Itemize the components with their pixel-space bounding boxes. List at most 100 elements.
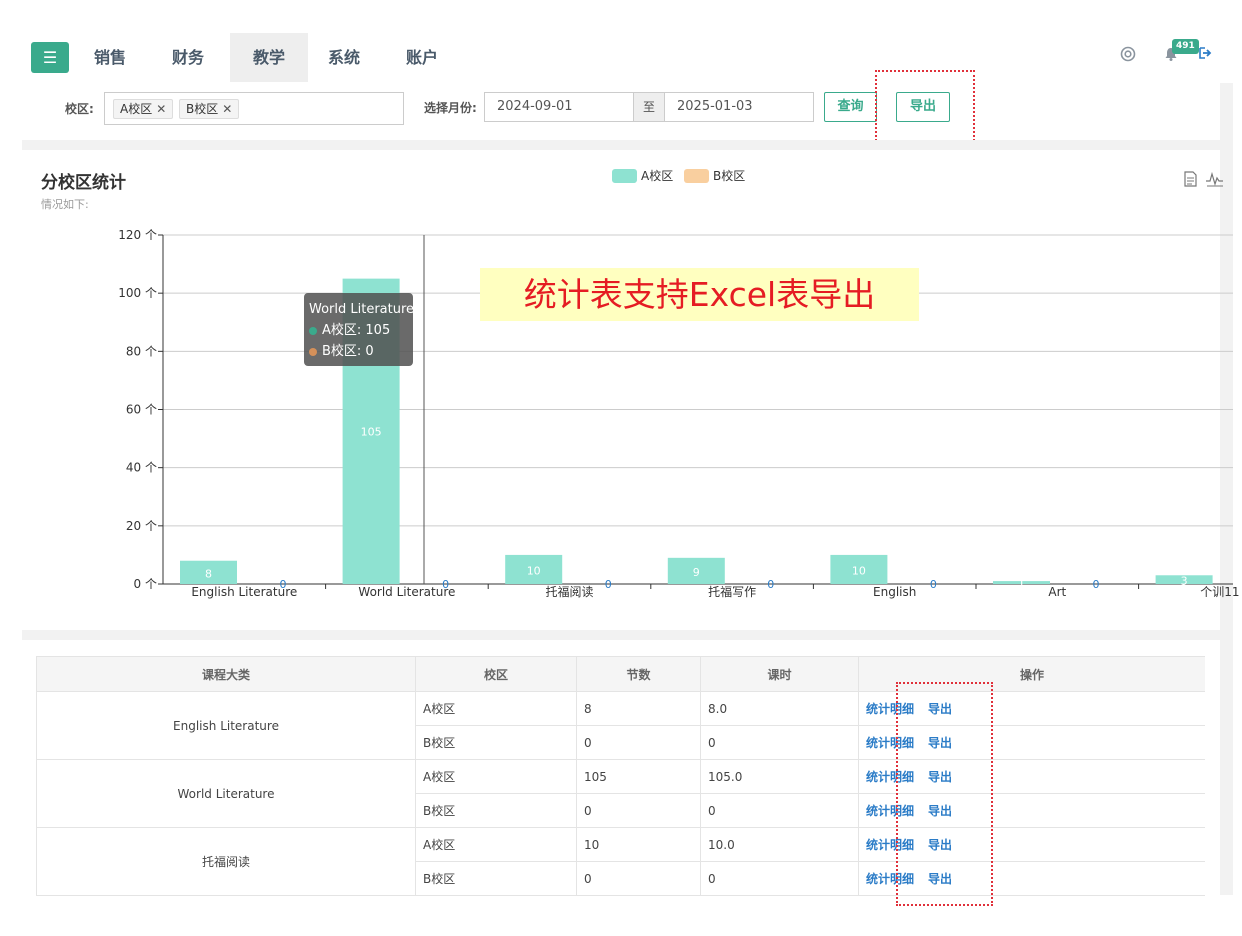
tooltip-value: B校区: 0 [322, 344, 374, 359]
cell-campus: A校区 [415, 827, 577, 862]
legend-label: A校区 [641, 169, 674, 183]
menu-icon[interactable]: ☰ [31, 42, 69, 73]
table-header-row: 课程大类 校区 节数 课时 操作 [36, 656, 1205, 692]
stats-table: 课程大类 校区 节数 课时 操作 English Literature A校区 8 8… [36, 656, 1205, 896]
x-tick-label: English Literature [191, 585, 297, 599]
data-label-b: 0 [1093, 578, 1100, 591]
page: ☰ 销售 财务 教学 系统 账户 491 校区: A校区 ✕ B校区 ✕ 选择月份:… [0, 0, 1242, 936]
cell-hours: 10.0 [700, 827, 859, 862]
cell-hours: 105.0 [700, 759, 859, 794]
x-tick-label: Art [1048, 585, 1066, 599]
cell-sessions: 10 [576, 827, 701, 862]
data-label-b: 0 [930, 578, 937, 591]
y-tick-label: 40 个 [126, 461, 157, 475]
data-label-b: 0 [442, 578, 449, 591]
campus-label: 校区: [65, 102, 94, 116]
campus-tag-a[interactable]: A校区 ✕ [113, 99, 174, 119]
y-tick-label: 60 个 [126, 403, 157, 417]
legend-swatch [612, 169, 637, 183]
month-label: 选择月份: [424, 101, 477, 115]
cell-category: World Literature [36, 759, 416, 828]
x-tick-label: 托福阅读 [545, 584, 593, 599]
remove-tag-icon[interactable]: ✕ [156, 102, 166, 116]
y-tick-label: 20 个 [126, 519, 157, 533]
bar-series-a [1155, 575, 1213, 584]
data-label-b: 0 [767, 578, 774, 591]
tooltip-line-a: A校区: 105 [309, 320, 408, 341]
legend-item-a[interactable]: A校区 [612, 169, 673, 183]
notification-badge: 491 [1172, 39, 1199, 54]
x-tick-label: 托福写作 [708, 584, 756, 599]
data-label-a: 105 [361, 425, 382, 438]
bar-series-a [830, 554, 888, 584]
y-tick-label: 100 个 [118, 286, 157, 300]
table-row: 托福阅读 A校区 10 10.0 统计明细 导出 [36, 827, 1205, 896]
annotation-banner: 统计表支持Excel表导出 [480, 268, 919, 321]
legend-item-b[interactable]: B校区 [684, 169, 745, 183]
highlight-box [896, 682, 993, 906]
cell-sessions: 0 [576, 725, 701, 760]
table-row: English Literature A校区 8 8.0 统计明细 导出 [36, 691, 1205, 760]
chart-subtitle: 情况如下: [41, 198, 89, 211]
cell-campus: B校区 [415, 725, 577, 760]
header-sessions: 节数 [576, 656, 701, 692]
y-tick-label: 80 个 [126, 344, 157, 358]
cell-campus: B校区 [415, 793, 577, 828]
cell-campus: A校区 [415, 759, 577, 794]
scrollbar-track[interactable] [1220, 83, 1233, 895]
bar-series-a [667, 557, 725, 584]
cell-sessions: 0 [576, 861, 701, 896]
remove-tag-icon[interactable]: ✕ [222, 102, 232, 116]
header-category: 课程大类 [36, 656, 416, 692]
bar-series-a [180, 560, 237, 584]
data-label-b: 0 [605, 578, 612, 591]
data-label-a: 3 [1181, 575, 1188, 588]
data-label-a: 10 [527, 564, 541, 577]
tooltip-line-b: B校区: 0 [309, 341, 408, 362]
cell-sessions: 0 [576, 793, 701, 828]
header-hours: 课时 [700, 656, 859, 692]
chart-tooltip: World Literature A校区: 105 B校区: 0 [304, 293, 415, 366]
cell-sessions: 8 [576, 691, 701, 726]
x-tick-label: English [873, 585, 916, 599]
bar-series-a [505, 554, 563, 584]
query-button[interactable]: 查询 [824, 92, 877, 122]
legend-label: B校区 [713, 169, 746, 183]
cell-hours: 0 [700, 725, 859, 760]
x-tick-label: World Literature [358, 585, 455, 599]
data-label-a: 10 [852, 564, 866, 577]
tab-sales[interactable]: 销售 [74, 33, 146, 82]
line-chart-icon[interactable] [1206, 171, 1224, 189]
legend-swatch [684, 169, 709, 183]
data-view-icon[interactable] [1181, 171, 1199, 189]
y-tick-label: 0 个 [134, 577, 157, 591]
date-from-input[interactable]: 2024-09-01 [484, 92, 634, 122]
tab-finance[interactable]: 财务 [152, 33, 224, 82]
chart-title: 分校区统计 [41, 173, 126, 193]
data-label-a: 8 [205, 567, 212, 580]
cell-hours: 8.0 [700, 691, 859, 726]
tab-account[interactable]: 账户 [386, 33, 458, 82]
series-dot [309, 326, 317, 335]
campus-select[interactable]: A校区 ✕ B校区 ✕ [104, 92, 404, 125]
tooltip-title: World Literature [309, 302, 415, 317]
series-dot [309, 347, 317, 356]
help-icon[interactable] [1119, 46, 1137, 64]
date-to-input[interactable]: 2025-01-03 [664, 92, 814, 122]
logout-icon[interactable] [1196, 46, 1214, 64]
tab-teaching[interactable]: 教学 [230, 33, 308, 82]
data-label-a: 9 [693, 566, 700, 579]
campus-tag-label: A校区 [120, 102, 153, 116]
cell-campus: A校区 [415, 691, 577, 726]
cell-hours: 0 [700, 793, 859, 828]
section-divider [22, 140, 1220, 150]
highlight-box [875, 70, 975, 145]
campus-tag-b[interactable]: B校区 ✕ [179, 99, 240, 119]
campus-tag-label: B校区 [186, 102, 219, 116]
y-tick-label: 120 个 [118, 228, 157, 242]
data-label-a: 1 [1018, 578, 1025, 591]
cell-category: English Literature [36, 691, 416, 760]
date-separator: 至 [634, 92, 664, 122]
section-divider [22, 630, 1220, 640]
tab-system[interactable]: 系统 [308, 33, 380, 82]
